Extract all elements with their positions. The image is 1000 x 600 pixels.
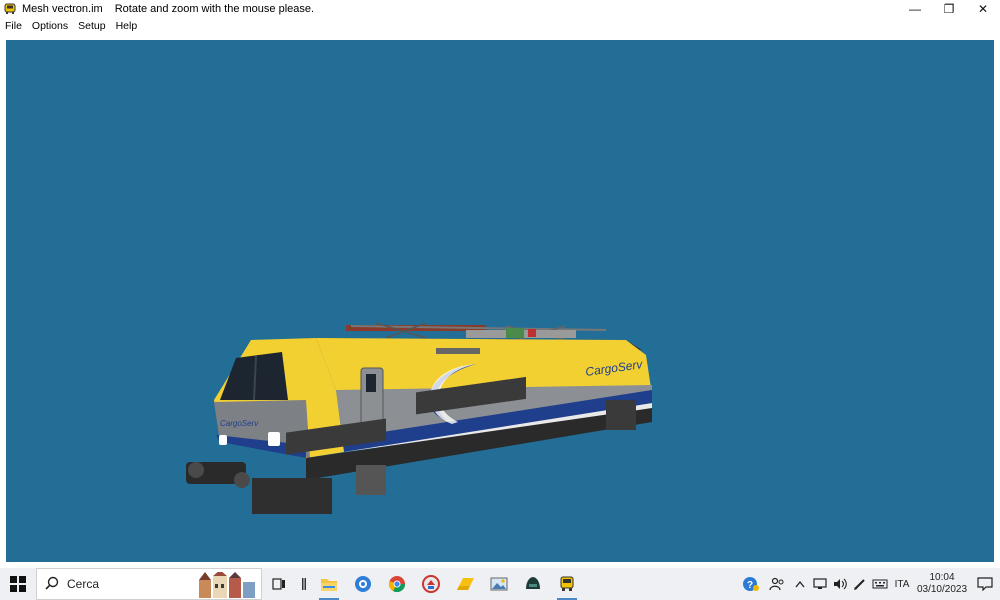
- menu-file[interactable]: File: [0, 20, 27, 32]
- svg-text:?: ?: [747, 580, 753, 591]
- access-ladder: [356, 465, 386, 495]
- menu-options[interactable]: Options: [27, 20, 73, 32]
- clock[interactable]: 10:04 03/10/2023: [914, 572, 970, 596]
- roof-equipment: [346, 322, 607, 341]
- file-explorer-icon[interactable]: [312, 568, 346, 600]
- input-language[interactable]: ITA: [890, 579, 914, 590]
- 3d-viewport[interactable]: CargoServ CargoServ: [6, 40, 994, 562]
- pen-ink-icon[interactable]: [850, 568, 870, 600]
- locomotive-model: CargoServ CargoServ: [186, 322, 652, 514]
- buffer-right: [234, 472, 250, 488]
- helmet-app-icon[interactable]: [516, 568, 550, 600]
- people-icon[interactable]: [764, 568, 790, 600]
- menu-help[interactable]: Help: [111, 20, 143, 32]
- headlight: [268, 432, 280, 446]
- chevron-up-icon[interactable]: [790, 568, 810, 600]
- search-box[interactable]: Cerca: [36, 568, 262, 600]
- title-bar: Mesh vectron.im Rotate and zoom with the…: [0, 0, 1000, 17]
- start-button[interactable]: [0, 568, 36, 600]
- window-hint: Rotate and zoom with the mouse please.: [114, 2, 315, 15]
- minimize-button[interactable]: —: [898, 0, 932, 17]
- folder-yellow-icon[interactable]: [448, 568, 482, 600]
- help-icon[interactable]: ?: [738, 568, 764, 600]
- buffer-left: [188, 462, 204, 478]
- search-highlight-image: [199, 572, 255, 598]
- menu-setup[interactable]: Setup: [73, 20, 110, 32]
- app-train-icon: [4, 3, 16, 15]
- clock-date: 03/10/2023: [916, 584, 968, 595]
- front-bogie-frame: [252, 478, 332, 514]
- chrome-icon[interactable]: [380, 568, 414, 600]
- app-red-icon[interactable]: [414, 568, 448, 600]
- network-icon[interactable]: [810, 568, 830, 600]
- search-placeholder: Cerca: [67, 577, 100, 591]
- close-button[interactable]: ✕: [966, 0, 1000, 17]
- photos-icon[interactable]: [482, 568, 516, 600]
- train-app-icon[interactable]: [550, 568, 584, 600]
- keyboard-icon[interactable]: [870, 568, 890, 600]
- search-icon: [45, 576, 59, 593]
- window-title: Mesh vectron.im: [22, 2, 103, 15]
- volume-icon[interactable]: [830, 568, 850, 600]
- widget-divider-icon[interactable]: [296, 568, 312, 600]
- livery-text-front: CargoServ: [220, 419, 259, 428]
- headlight: [219, 435, 227, 445]
- system-tray: ? ITA 10:04 03/10/2023: [738, 568, 1000, 600]
- settings-app-icon[interactable]: [346, 568, 380, 600]
- task-view-icon[interactable]: [262, 568, 296, 600]
- windows-logo-icon: [10, 576, 26, 592]
- taskbar: Cerca ? ITA 10:04 03/10/2023: [0, 568, 1000, 600]
- menu-bar: File Options Setup Help: [0, 17, 1000, 35]
- roof-grille: [436, 348, 480, 354]
- restore-button[interactable]: ❐: [932, 0, 966, 17]
- notification-center-icon[interactable]: [970, 577, 1000, 591]
- rear-bogie-frame: [606, 400, 636, 430]
- window-controls: — ❐ ✕: [898, 0, 1000, 17]
- clock-time: 10:04: [929, 572, 955, 583]
